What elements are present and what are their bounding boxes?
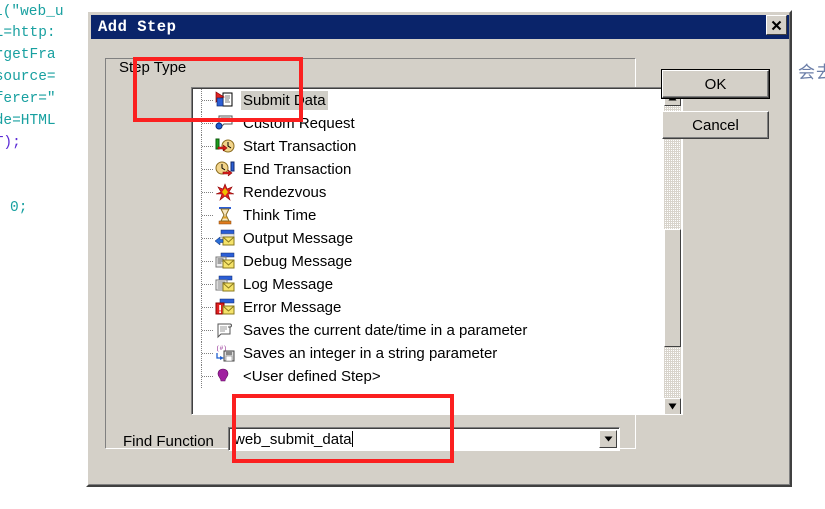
tree-connector-dash — [202, 123, 214, 124]
ok-button[interactable]: OK — [661, 69, 770, 99]
dialog-titlebar[interactable]: Add Step — [91, 15, 789, 39]
list-item[interactable]: Start Transaction — [193, 135, 648, 158]
tree-connector-dash — [202, 307, 214, 308]
tree-connector-dash — [202, 215, 214, 216]
scroll-down-icon[interactable] — [664, 398, 681, 414]
list-item-label: Rendezvous — [243, 184, 327, 201]
step-type-list[interactable]: Submit Data Custom Request Start Transacti… — [191, 87, 683, 415]
background-cjk-text: 会去 — [798, 63, 825, 83]
list-item-label: Error Message — [243, 299, 342, 316]
tree-connector-dash — [202, 330, 214, 331]
list-item-label: End Transaction — [243, 161, 352, 178]
list-item-label: Think Time — [243, 207, 317, 224]
list-item-label: Saves the current date/time in a paramet… — [243, 322, 528, 339]
triangle-down-glyph — [668, 403, 677, 410]
annotation-box-find-function — [232, 394, 454, 463]
cancel-button-label: Cancel — [692, 116, 739, 134]
code-line: ST); — [0, 135, 21, 151]
list-item-label: Debug Message — [243, 253, 353, 270]
log-message-icon-glyph — [215, 275, 235, 292]
code-line: esource= — [0, 69, 56, 85]
list-item-label: <User defined Step> — [243, 368, 381, 385]
code-line: eferer=" — [0, 91, 56, 107]
close-icon[interactable] — [766, 15, 787, 35]
log-message-icon — [215, 275, 235, 294]
debug-message-icon — [215, 252, 235, 271]
scrollbar-thumb[interactable] — [664, 229, 681, 347]
list-item[interactable]: Debug Message — [193, 250, 648, 273]
cancel-button[interactable]: Cancel — [662, 111, 769, 139]
list-item[interactable]: Think Time — [193, 204, 648, 227]
code-line: 0; — [10, 200, 28, 216]
list-item[interactable]: Rendezvous — [193, 181, 648, 204]
code-line: RL=http: — [0, 25, 56, 41]
code-line: l("web_u — [0, 4, 64, 20]
list-item-label: Output Message — [243, 230, 354, 247]
tree-connector-dash — [202, 192, 214, 193]
rendezvous-icon-glyph — [215, 183, 235, 201]
list-item-label: Log Message — [243, 276, 334, 293]
error-message-icon-glyph — [215, 298, 235, 315]
list-item[interactable]: End Transaction — [193, 158, 648, 181]
code-line: ode=HTML — [0, 113, 56, 129]
tree-connector-dash — [202, 238, 214, 239]
list-item[interactable]: Output Message — [193, 227, 648, 250]
user-defined-step-icon — [215, 367, 235, 386]
list-item[interactable]: <User defined Step> — [193, 365, 648, 388]
tree-connector-dash — [202, 353, 214, 354]
end-transaction-icon — [215, 160, 235, 179]
save-datetime-icon — [215, 321, 235, 340]
error-message-icon — [215, 298, 235, 317]
output-message-icon — [215, 229, 235, 248]
start-transaction-icon — [215, 137, 235, 156]
chevron-down-icon[interactable] — [599, 430, 617, 448]
list-item[interactable]: Log Message — [193, 273, 648, 296]
think-time-icon — [215, 206, 235, 225]
save-datetime-icon-glyph — [217, 323, 232, 339]
list-item[interactable]: Error Message — [193, 296, 648, 319]
save-integer-icon: (#) — [215, 344, 235, 363]
dialog-title: Add Step — [98, 18, 177, 36]
triangle-down-glyph — [604, 436, 612, 442]
think-time-icon-glyph — [218, 207, 232, 225]
find-function-label: Find Function — [123, 433, 214, 450]
end-transaction-icon-glyph — [215, 161, 235, 177]
start-transaction-icon-glyph — [215, 138, 235, 153]
tree-connector-dash — [202, 376, 214, 377]
close-x-glyph — [771, 20, 782, 30]
code-line: argetFra — [0, 47, 56, 63]
tree-connector-dash — [202, 261, 214, 262]
user-defined-step-icon-glyph — [217, 368, 229, 382]
list-item[interactable]: Saves the current date/time in a paramet… — [193, 319, 648, 342]
tree-connector-dash — [202, 146, 214, 147]
list-item-label: Saves an integer in a string parameter — [243, 345, 498, 362]
step-type-list-items: Submit Data Custom Request Start Transacti… — [193, 89, 648, 388]
rendezvous-icon — [215, 183, 235, 202]
annotation-box-step-type — [133, 57, 303, 122]
tree-connector-dash — [202, 284, 214, 285]
save-integer-icon-glyph: (#) — [216, 345, 235, 362]
debug-message-icon-glyph — [215, 252, 235, 269]
ok-button-label: OK — [704, 75, 727, 93]
list-item-label: Start Transaction — [243, 138, 357, 155]
tree-connector-dash — [202, 169, 214, 170]
output-message-icon-glyph — [215, 229, 235, 246]
list-item[interactable]: (#) Saves an integer in a string paramete… — [193, 342, 648, 365]
